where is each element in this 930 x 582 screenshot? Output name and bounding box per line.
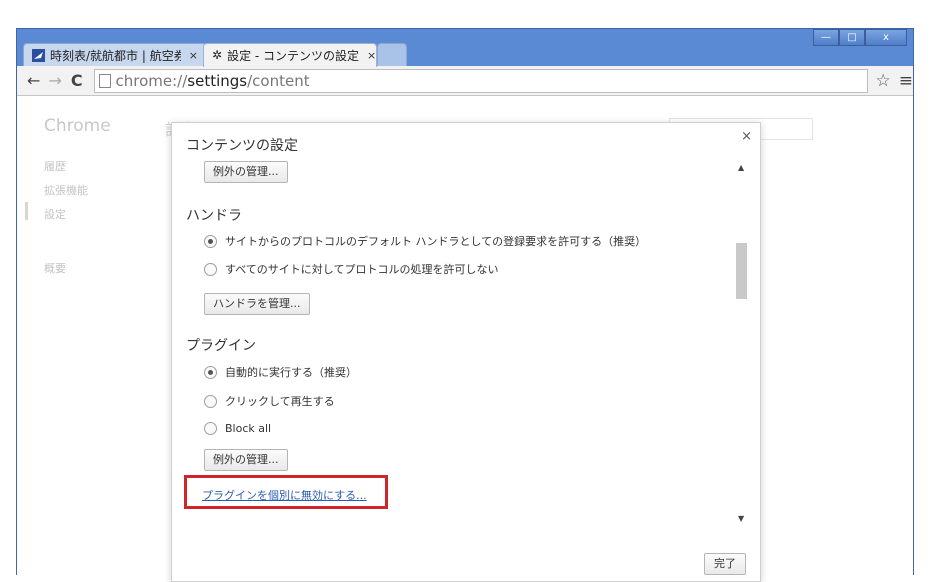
url-host: settings <box>187 71 248 90</box>
done-button[interactable]: 完了 <box>704 553 746 575</box>
page-icon <box>98 73 111 88</box>
minimize-button[interactable]: — <box>813 29 839 46</box>
content-settings-dialog: × コンテンツの設定 例外の管理... ハンドラ サイトからのプロトコルのデフォ… <box>171 122 761 582</box>
browser-window: 時刻表/就航都市 | 航空券 × ✲ 設定 - コンテンツの設定 × — □ x… <box>16 28 914 582</box>
dialog-close-icon[interactable]: × <box>741 129 752 144</box>
sidebar-active-marker <box>25 202 28 220</box>
radio-label: サイトからのプロトコルのデフォルト ハンドラとしての登録要求を許可する（推奨） <box>225 235 647 248</box>
window-controls: — □ x <box>813 29 907 46</box>
tab-close-icon[interactable]: × <box>189 49 198 62</box>
sidebar-item-history[interactable]: 履歴 <box>44 158 66 174</box>
radio-label: Block all <box>225 422 272 435</box>
dialog-title: コンテンツの設定 <box>186 138 298 154</box>
radio-button[interactable] <box>204 394 217 408</box>
close-window-button[interactable]: x <box>865 29 907 46</box>
handlers-heading: ハンドラ <box>186 208 242 224</box>
settings-sidebar: Chrome 履歴 拡張機能 設定 概要 <box>17 96 167 576</box>
radio-button[interactable] <box>204 422 217 435</box>
manage-exceptions-button-top[interactable]: 例外の管理... <box>204 161 288 183</box>
browser-toolbar: ← → C chrome:// settings /content ☆ ≡ <box>17 66 913 96</box>
radio-button[interactable] <box>204 365 217 379</box>
bookmark-star-icon[interactable]: ☆ <box>876 71 891 91</box>
plugins-heading: プラグイン <box>186 338 256 354</box>
scroll-down-icon[interactable]: ▼ <box>738 514 744 523</box>
scroll-up-icon[interactable]: ▲ <box>738 163 744 172</box>
plugins-option-block-all[interactable]: Block all <box>204 422 271 435</box>
radio-label: クリックして再生する <box>225 395 335 408</box>
tab-label: 設定 - コンテンツの設定 <box>227 49 360 63</box>
radio-button[interactable] <box>204 234 217 248</box>
plugins-option-click-to-play[interactable]: クリックして再生する <box>204 393 335 409</box>
sidebar-item-about[interactable]: 概要 <box>44 260 66 276</box>
manage-exceptions-button-plugins[interactable]: 例外の管理... <box>204 449 288 471</box>
menu-icon[interactable]: ≡ <box>899 71 913 91</box>
scrollbar-thumb[interactable] <box>736 243 747 299</box>
reload-icon[interactable]: C <box>66 71 88 90</box>
plugins-option-auto[interactable]: 自動的に実行する（推奨） <box>204 364 357 380</box>
address-bar[interactable]: chrome:// settings /content <box>93 68 868 93</box>
sidebar-item-extensions[interactable]: 拡張機能 <box>44 182 88 198</box>
sidebar-title: Chrome <box>44 116 111 136</box>
airline-favicon-icon <box>32 49 45 62</box>
forward-icon[interactable]: → <box>45 71 67 90</box>
tab-settings-content[interactable]: ✲ 設定 - コンテンツの設定 × <box>203 43 377 67</box>
tab-close-icon[interactable]: × <box>367 49 376 62</box>
disable-individual-plugins-link[interactable]: プラグインを個別に無効にする... <box>202 487 367 503</box>
tab-airline[interactable]: 時刻表/就航都市 | 航空券 × <box>23 43 207 67</box>
sidebar-item-settings[interactable]: 設定 <box>44 206 66 222</box>
dialog-scrollbar[interactable]: ▲ ▼ <box>736 163 748 523</box>
maximize-button[interactable]: □ <box>839 29 865 46</box>
radio-button[interactable] <box>204 262 217 276</box>
back-icon[interactable]: ← <box>23 71 45 90</box>
manage-handlers-button[interactable]: ハンドラを管理... <box>204 293 310 315</box>
tab-label: 時刻表/就航都市 | 航空券 <box>50 49 181 63</box>
url-path: /content <box>247 71 310 90</box>
gear-icon: ✲ <box>212 48 223 62</box>
handlers-option-block[interactable]: すべてのサイトに対してプロトコルの処理を許可しない <box>204 261 498 277</box>
page-content: Chrome 履歴 拡張機能 設定 概要 設定 × コンテンツの設定 例外の管理… <box>17 96 913 582</box>
radio-label: 自動的に実行する（推奨） <box>225 366 357 379</box>
new-tab-button[interactable] <box>377 43 407 67</box>
url-scheme: chrome:// <box>115 71 188 90</box>
radio-label: すべてのサイトに対してプロトコルの処理を許可しない <box>225 263 499 276</box>
handlers-option-allow[interactable]: サイトからのプロトコルのデフォルト ハンドラとしての登録要求を許可する（推奨） <box>204 233 646 249</box>
title-bar: 時刻表/就航都市 | 航空券 × ✲ 設定 - コンテンツの設定 × — □ x <box>17 29 913 67</box>
